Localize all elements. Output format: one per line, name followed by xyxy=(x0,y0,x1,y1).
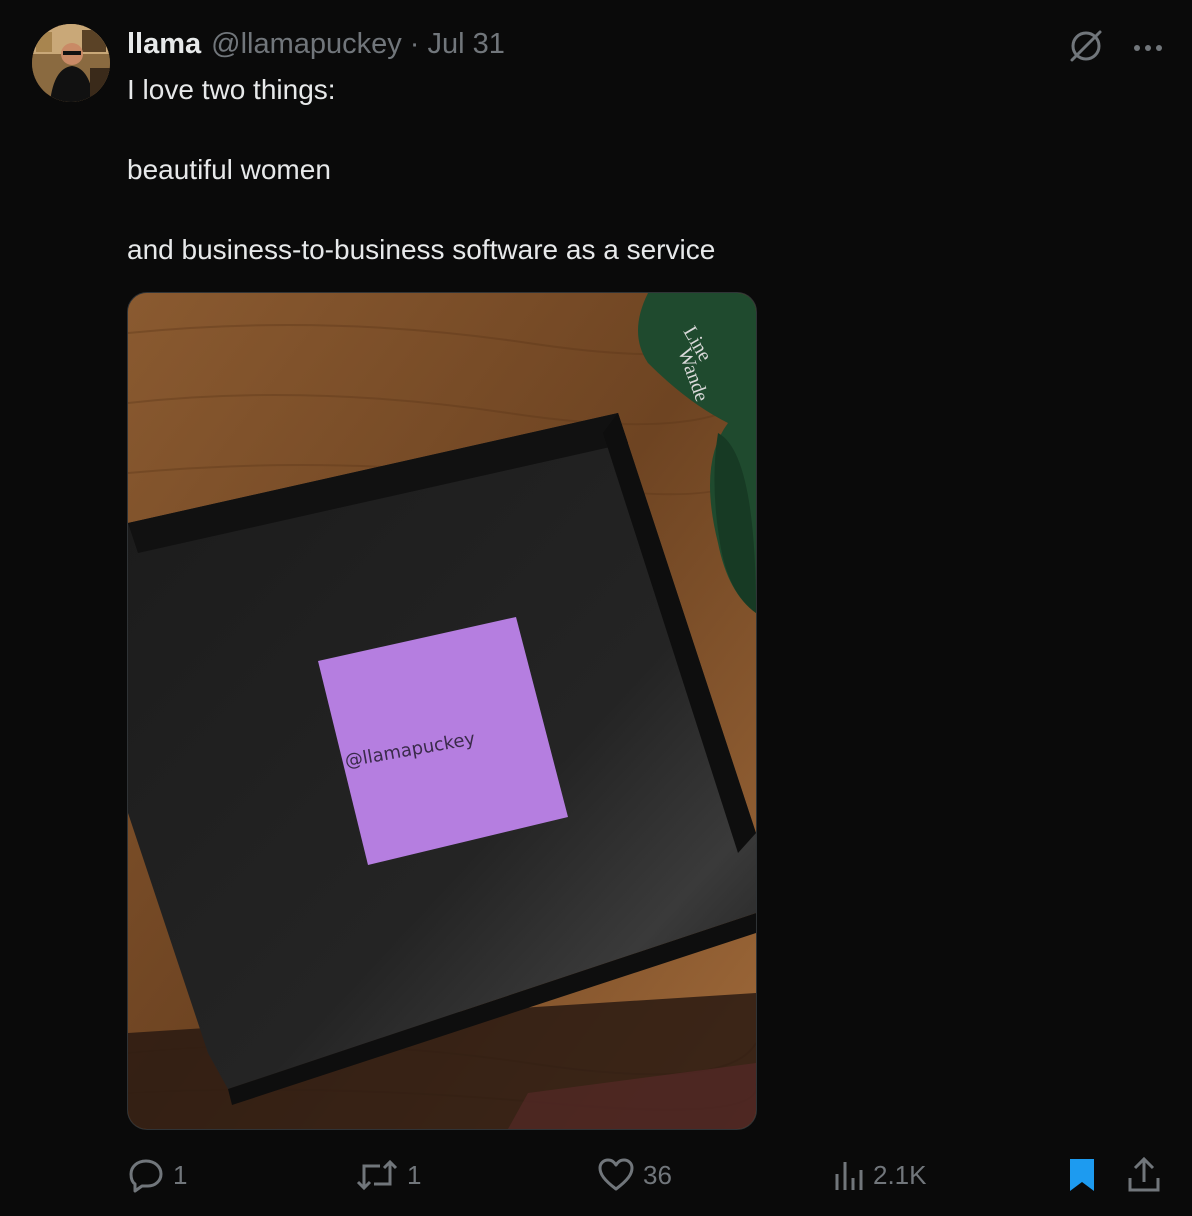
share-icon xyxy=(1128,1156,1160,1192)
slashed-circle-icon[interactable] xyxy=(1066,26,1106,71)
avatar[interactable] xyxy=(32,24,110,102)
tweet-text: I love two things: beautiful women and b… xyxy=(127,70,1127,270)
reply-button[interactable]: 1 xyxy=(127,1152,187,1198)
bookmark-button[interactable] xyxy=(1067,1152,1097,1198)
tweet-line-1: I love two things: xyxy=(127,74,336,105)
repost-count: 1 xyxy=(407,1159,422,1190)
bookmark-icon xyxy=(1070,1159,1094,1191)
like-count: 36 xyxy=(643,1159,672,1190)
repost-button[interactable]: 1 xyxy=(355,1152,421,1198)
views-icon xyxy=(835,1162,863,1190)
repost-icon xyxy=(356,1159,398,1191)
tweet-date[interactable]: Jul 31 xyxy=(427,28,504,61)
header-separator: · xyxy=(409,27,420,60)
tweet-image[interactable]: Line Wande @llamapuckey xyxy=(127,292,757,1130)
views-count: 2.1K xyxy=(873,1159,927,1190)
avatar-image xyxy=(32,24,110,102)
reply-count: 1 xyxy=(173,1159,188,1190)
tweet-line-3: and business-to-business software as a s… xyxy=(127,234,716,265)
heart-icon xyxy=(598,1158,634,1191)
share-button[interactable] xyxy=(1127,1152,1161,1198)
reply-icon xyxy=(129,1159,163,1193)
tweet-actions: 1 1 36 2.1K xyxy=(127,1152,1167,1198)
tweet-header: llama @llamapuckey · Jul 31 xyxy=(127,26,505,62)
author-handle[interactable]: @llamapuckey xyxy=(211,28,402,61)
views-button[interactable]: 2.1K xyxy=(833,1152,927,1198)
author-name[interactable]: llama xyxy=(127,28,201,61)
like-button[interactable]: 36 xyxy=(597,1152,672,1198)
top-right-icons xyxy=(1066,26,1164,71)
more-dots-icon[interactable] xyxy=(1132,40,1164,58)
tweet-line-2: beautiful women xyxy=(127,154,331,185)
photo-black-box-with-sticky-note: Line Wande @llamapuckey xyxy=(128,293,756,1129)
